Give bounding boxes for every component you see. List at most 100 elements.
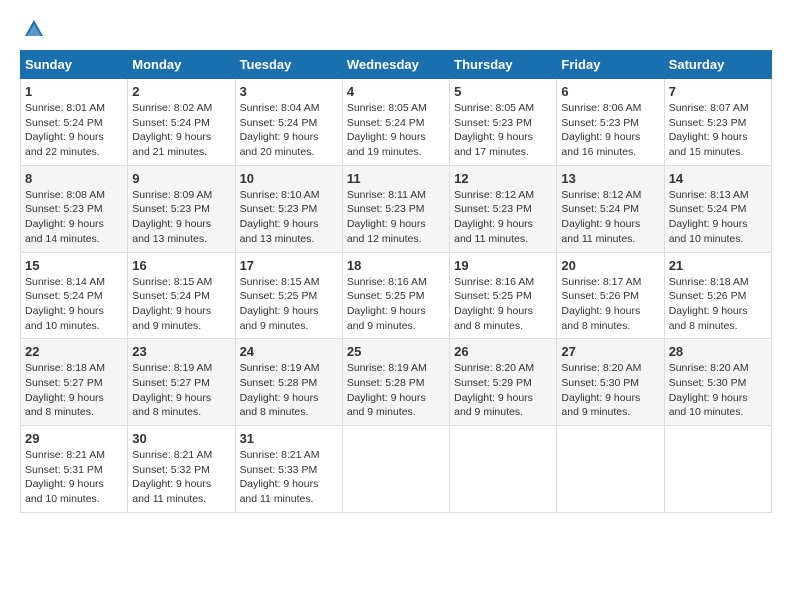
day-detail: Sunrise: 8:19 AMSunset: 5:28 PMDaylight:…	[240, 361, 338, 420]
calendar-cell: 19 Sunrise: 8:16 AMSunset: 5:25 PMDaylig…	[450, 252, 557, 339]
calendar-cell: 22 Sunrise: 8:18 AMSunset: 5:27 PMDaylig…	[21, 339, 128, 426]
day-number: 19	[454, 258, 552, 273]
day-number: 28	[669, 344, 767, 359]
calendar-cell: 24 Sunrise: 8:19 AMSunset: 5:28 PMDaylig…	[235, 339, 342, 426]
day-number: 2	[132, 84, 230, 99]
day-number: 17	[240, 258, 338, 273]
day-detail: Sunrise: 8:15 AMSunset: 5:25 PMDaylight:…	[240, 275, 338, 334]
calendar-dow-sunday: Sunday	[21, 51, 128, 79]
calendar-cell: 30 Sunrise: 8:21 AMSunset: 5:32 PMDaylig…	[128, 426, 235, 513]
calendar-cell: 4 Sunrise: 8:05 AMSunset: 5:24 PMDayligh…	[342, 79, 449, 166]
calendar-cell	[664, 426, 771, 513]
calendar-dow-thursday: Thursday	[450, 51, 557, 79]
day-detail: Sunrise: 8:19 AMSunset: 5:28 PMDaylight:…	[347, 361, 445, 420]
day-detail: Sunrise: 8:12 AMSunset: 5:24 PMDaylight:…	[561, 188, 659, 247]
day-number: 18	[347, 258, 445, 273]
calendar-week-5: 29 Sunrise: 8:21 AMSunset: 5:31 PMDaylig…	[21, 426, 772, 513]
calendar-week-3: 15 Sunrise: 8:14 AMSunset: 5:24 PMDaylig…	[21, 252, 772, 339]
day-detail: Sunrise: 8:21 AMSunset: 5:33 PMDaylight:…	[240, 448, 338, 507]
day-number: 23	[132, 344, 230, 359]
day-number: 4	[347, 84, 445, 99]
day-detail: Sunrise: 8:02 AMSunset: 5:24 PMDaylight:…	[132, 101, 230, 160]
day-detail: Sunrise: 8:20 AMSunset: 5:29 PMDaylight:…	[454, 361, 552, 420]
calendar-cell: 20 Sunrise: 8:17 AMSunset: 5:26 PMDaylig…	[557, 252, 664, 339]
calendar-table: SundayMondayTuesdayWednesdayThursdayFrid…	[20, 50, 772, 513]
calendar-cell	[342, 426, 449, 513]
day-detail: Sunrise: 8:20 AMSunset: 5:30 PMDaylight:…	[561, 361, 659, 420]
calendar-dow-tuesday: Tuesday	[235, 51, 342, 79]
day-number: 3	[240, 84, 338, 99]
day-detail: Sunrise: 8:05 AMSunset: 5:23 PMDaylight:…	[454, 101, 552, 160]
day-number: 21	[669, 258, 767, 273]
day-number: 27	[561, 344, 659, 359]
calendar-cell: 3 Sunrise: 8:04 AMSunset: 5:24 PMDayligh…	[235, 79, 342, 166]
day-number: 15	[25, 258, 123, 273]
calendar-cell: 9 Sunrise: 8:09 AMSunset: 5:23 PMDayligh…	[128, 165, 235, 252]
calendar-week-2: 8 Sunrise: 8:08 AMSunset: 5:23 PMDayligh…	[21, 165, 772, 252]
day-detail: Sunrise: 8:11 AMSunset: 5:23 PMDaylight:…	[347, 188, 445, 247]
calendar-cell: 14 Sunrise: 8:13 AMSunset: 5:24 PMDaylig…	[664, 165, 771, 252]
calendar-cell: 28 Sunrise: 8:20 AMSunset: 5:30 PMDaylig…	[664, 339, 771, 426]
day-number: 29	[25, 431, 123, 446]
day-detail: Sunrise: 8:21 AMSunset: 5:31 PMDaylight:…	[25, 448, 123, 507]
calendar-cell: 29 Sunrise: 8:21 AMSunset: 5:31 PMDaylig…	[21, 426, 128, 513]
calendar-cell: 25 Sunrise: 8:19 AMSunset: 5:28 PMDaylig…	[342, 339, 449, 426]
calendar-cell: 21 Sunrise: 8:18 AMSunset: 5:26 PMDaylig…	[664, 252, 771, 339]
day-number: 22	[25, 344, 123, 359]
calendar-cell: 13 Sunrise: 8:12 AMSunset: 5:24 PMDaylig…	[557, 165, 664, 252]
day-number: 11	[347, 171, 445, 186]
calendar-cell	[450, 426, 557, 513]
calendar-cell: 1 Sunrise: 8:01 AMSunset: 5:24 PMDayligh…	[21, 79, 128, 166]
calendar-cell: 10 Sunrise: 8:10 AMSunset: 5:23 PMDaylig…	[235, 165, 342, 252]
calendar-cell: 31 Sunrise: 8:21 AMSunset: 5:33 PMDaylig…	[235, 426, 342, 513]
logo-icon	[23, 18, 45, 40]
day-detail: Sunrise: 8:10 AMSunset: 5:23 PMDaylight:…	[240, 188, 338, 247]
calendar-dow-monday: Monday	[128, 51, 235, 79]
calendar-cell: 23 Sunrise: 8:19 AMSunset: 5:27 PMDaylig…	[128, 339, 235, 426]
day-number: 20	[561, 258, 659, 273]
page-header	[20, 20, 772, 40]
calendar-cell: 7 Sunrise: 8:07 AMSunset: 5:23 PMDayligh…	[664, 79, 771, 166]
day-number: 12	[454, 171, 552, 186]
calendar-dow-friday: Friday	[557, 51, 664, 79]
day-detail: Sunrise: 8:15 AMSunset: 5:24 PMDaylight:…	[132, 275, 230, 334]
logo	[20, 20, 45, 40]
day-detail: Sunrise: 8:06 AMSunset: 5:23 PMDaylight:…	[561, 101, 659, 160]
day-detail: Sunrise: 8:12 AMSunset: 5:23 PMDaylight:…	[454, 188, 552, 247]
day-number: 16	[132, 258, 230, 273]
calendar-week-1: 1 Sunrise: 8:01 AMSunset: 5:24 PMDayligh…	[21, 79, 772, 166]
day-detail: Sunrise: 8:20 AMSunset: 5:30 PMDaylight:…	[669, 361, 767, 420]
calendar-cell	[557, 426, 664, 513]
day-number: 1	[25, 84, 123, 99]
day-detail: Sunrise: 8:04 AMSunset: 5:24 PMDaylight:…	[240, 101, 338, 160]
day-number: 25	[347, 344, 445, 359]
day-detail: Sunrise: 8:09 AMSunset: 5:23 PMDaylight:…	[132, 188, 230, 247]
calendar-cell: 16 Sunrise: 8:15 AMSunset: 5:24 PMDaylig…	[128, 252, 235, 339]
day-number: 9	[132, 171, 230, 186]
day-detail: Sunrise: 8:18 AMSunset: 5:26 PMDaylight:…	[669, 275, 767, 334]
day-number: 13	[561, 171, 659, 186]
calendar-cell: 27 Sunrise: 8:20 AMSunset: 5:30 PMDaylig…	[557, 339, 664, 426]
calendar-cell: 2 Sunrise: 8:02 AMSunset: 5:24 PMDayligh…	[128, 79, 235, 166]
day-detail: Sunrise: 8:17 AMSunset: 5:26 PMDaylight:…	[561, 275, 659, 334]
calendar-cell: 11 Sunrise: 8:11 AMSunset: 5:23 PMDaylig…	[342, 165, 449, 252]
day-detail: Sunrise: 8:21 AMSunset: 5:32 PMDaylight:…	[132, 448, 230, 507]
day-detail: Sunrise: 8:07 AMSunset: 5:23 PMDaylight:…	[669, 101, 767, 160]
day-number: 30	[132, 431, 230, 446]
day-number: 31	[240, 431, 338, 446]
calendar-cell: 12 Sunrise: 8:12 AMSunset: 5:23 PMDaylig…	[450, 165, 557, 252]
day-detail: Sunrise: 8:08 AMSunset: 5:23 PMDaylight:…	[25, 188, 123, 247]
calendar-cell: 6 Sunrise: 8:06 AMSunset: 5:23 PMDayligh…	[557, 79, 664, 166]
day-detail: Sunrise: 8:01 AMSunset: 5:24 PMDaylight:…	[25, 101, 123, 160]
day-detail: Sunrise: 8:16 AMSunset: 5:25 PMDaylight:…	[454, 275, 552, 334]
calendar-header-row: SundayMondayTuesdayWednesdayThursdayFrid…	[21, 51, 772, 79]
day-detail: Sunrise: 8:16 AMSunset: 5:25 PMDaylight:…	[347, 275, 445, 334]
day-number: 7	[669, 84, 767, 99]
calendar-dow-wednesday: Wednesday	[342, 51, 449, 79]
day-number: 8	[25, 171, 123, 186]
calendar-cell: 18 Sunrise: 8:16 AMSunset: 5:25 PMDaylig…	[342, 252, 449, 339]
day-detail: Sunrise: 8:14 AMSunset: 5:24 PMDaylight:…	[25, 275, 123, 334]
day-number: 24	[240, 344, 338, 359]
day-detail: Sunrise: 8:13 AMSunset: 5:24 PMDaylight:…	[669, 188, 767, 247]
day-number: 26	[454, 344, 552, 359]
